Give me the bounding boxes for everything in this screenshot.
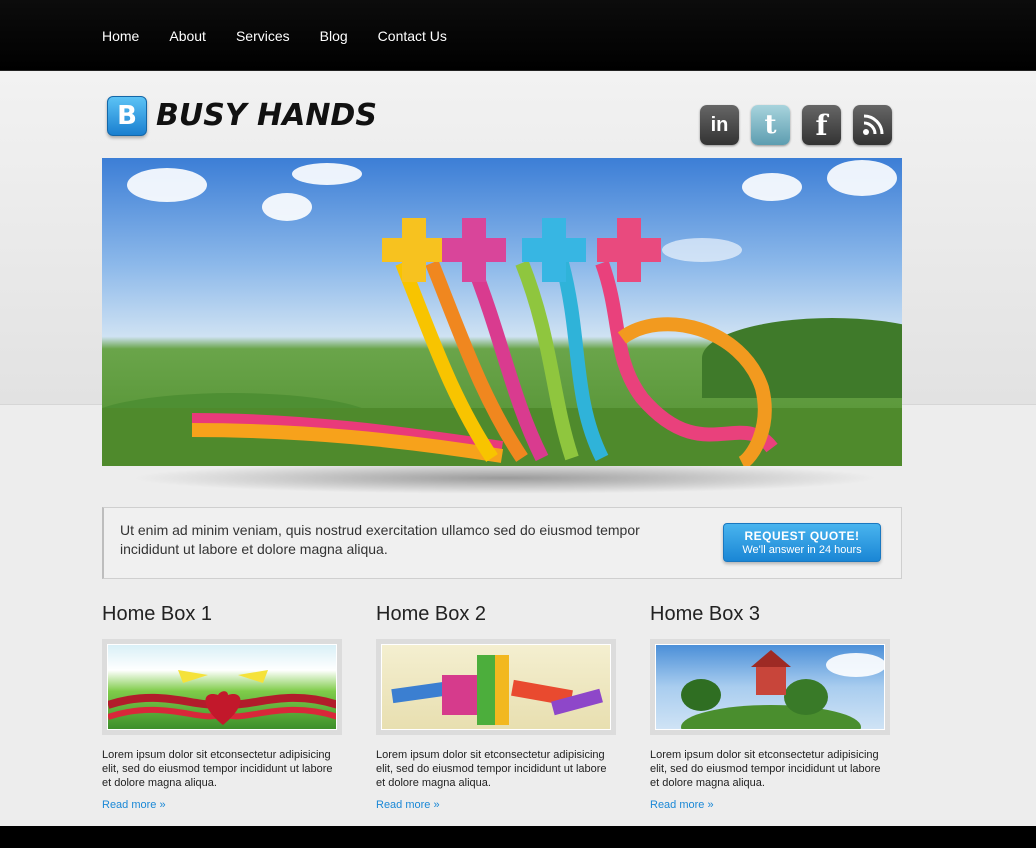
nav-about-link[interactable]: About — [169, 28, 206, 44]
rss-icon[interactable] — [853, 105, 892, 145]
home-box-2: Home Box 2 Lorem ipsum dolor sit etconse… — [376, 603, 616, 811]
home-box-title: Home Box 3 — [650, 603, 761, 625]
logo-badge-icon[interactable]: B — [107, 96, 147, 136]
home-box-thumbnail[interactable] — [650, 639, 890, 735]
nav-home-link[interactable]: Home — [102, 28, 139, 44]
home-box-1: Home Box 1 Lorem ipsum dolor sit etconse… — [102, 603, 342, 811]
request-quote-subtitle: We'll answer in 24 hours — [742, 544, 862, 556]
home-box-title: Home Box 2 — [376, 603, 487, 625]
site-logo-text[interactable]: BUSY HANDS — [156, 98, 377, 133]
quote-callout: Ut enim ad minim veniam, quis nostrud ex… — [102, 507, 902, 579]
read-more-link[interactable]: Read more » — [376, 799, 616, 811]
home-box-text: Lorem ipsum dolor sit etconsectetur adip… — [650, 749, 881, 789]
bottom-bar — [0, 826, 1036, 848]
home-box-thumbnail[interactable] — [376, 639, 616, 735]
main-nav: Home About Services Blog Contact Us — [102, 28, 477, 44]
hero-banner-image — [102, 158, 902, 466]
request-quote-button[interactable]: REQUEST QUOTE! We'll answer in 24 hours — [723, 523, 881, 562]
hero-shadow — [130, 462, 880, 494]
home-box-title: Home Box 1 — [102, 603, 213, 625]
twitter-icon[interactable]: t — [751, 105, 790, 145]
read-more-link[interactable]: Read more » — [102, 799, 342, 811]
home-box-thumbnail[interactable] — [102, 639, 342, 735]
social-icons: in t f — [700, 105, 904, 145]
quote-text: Ut enim ad minim veniam, quis nostrud ex… — [120, 522, 640, 557]
nav-contact-link[interactable]: Contact Us — [378, 28, 447, 44]
home-box-text: Lorem ipsum dolor sit etconsectetur adip… — [102, 749, 333, 789]
home-box-text: Lorem ipsum dolor sit etconsectetur adip… — [376, 749, 607, 789]
facebook-icon[interactable]: f — [802, 105, 841, 145]
read-more-link[interactable]: Read more » — [650, 799, 890, 811]
request-quote-title: REQUEST QUOTE! — [744, 529, 860, 543]
nav-services-link[interactable]: Services — [236, 28, 290, 44]
nav-blog-link[interactable]: Blog — [320, 28, 348, 44]
home-box-3: Home Box 3 Lorem ipsum dolor sit etconse… — [650, 603, 890, 811]
linkedin-icon[interactable]: in — [700, 105, 739, 145]
top-navigation-bar: Home About Services Blog Contact Us — [0, 0, 1036, 71]
